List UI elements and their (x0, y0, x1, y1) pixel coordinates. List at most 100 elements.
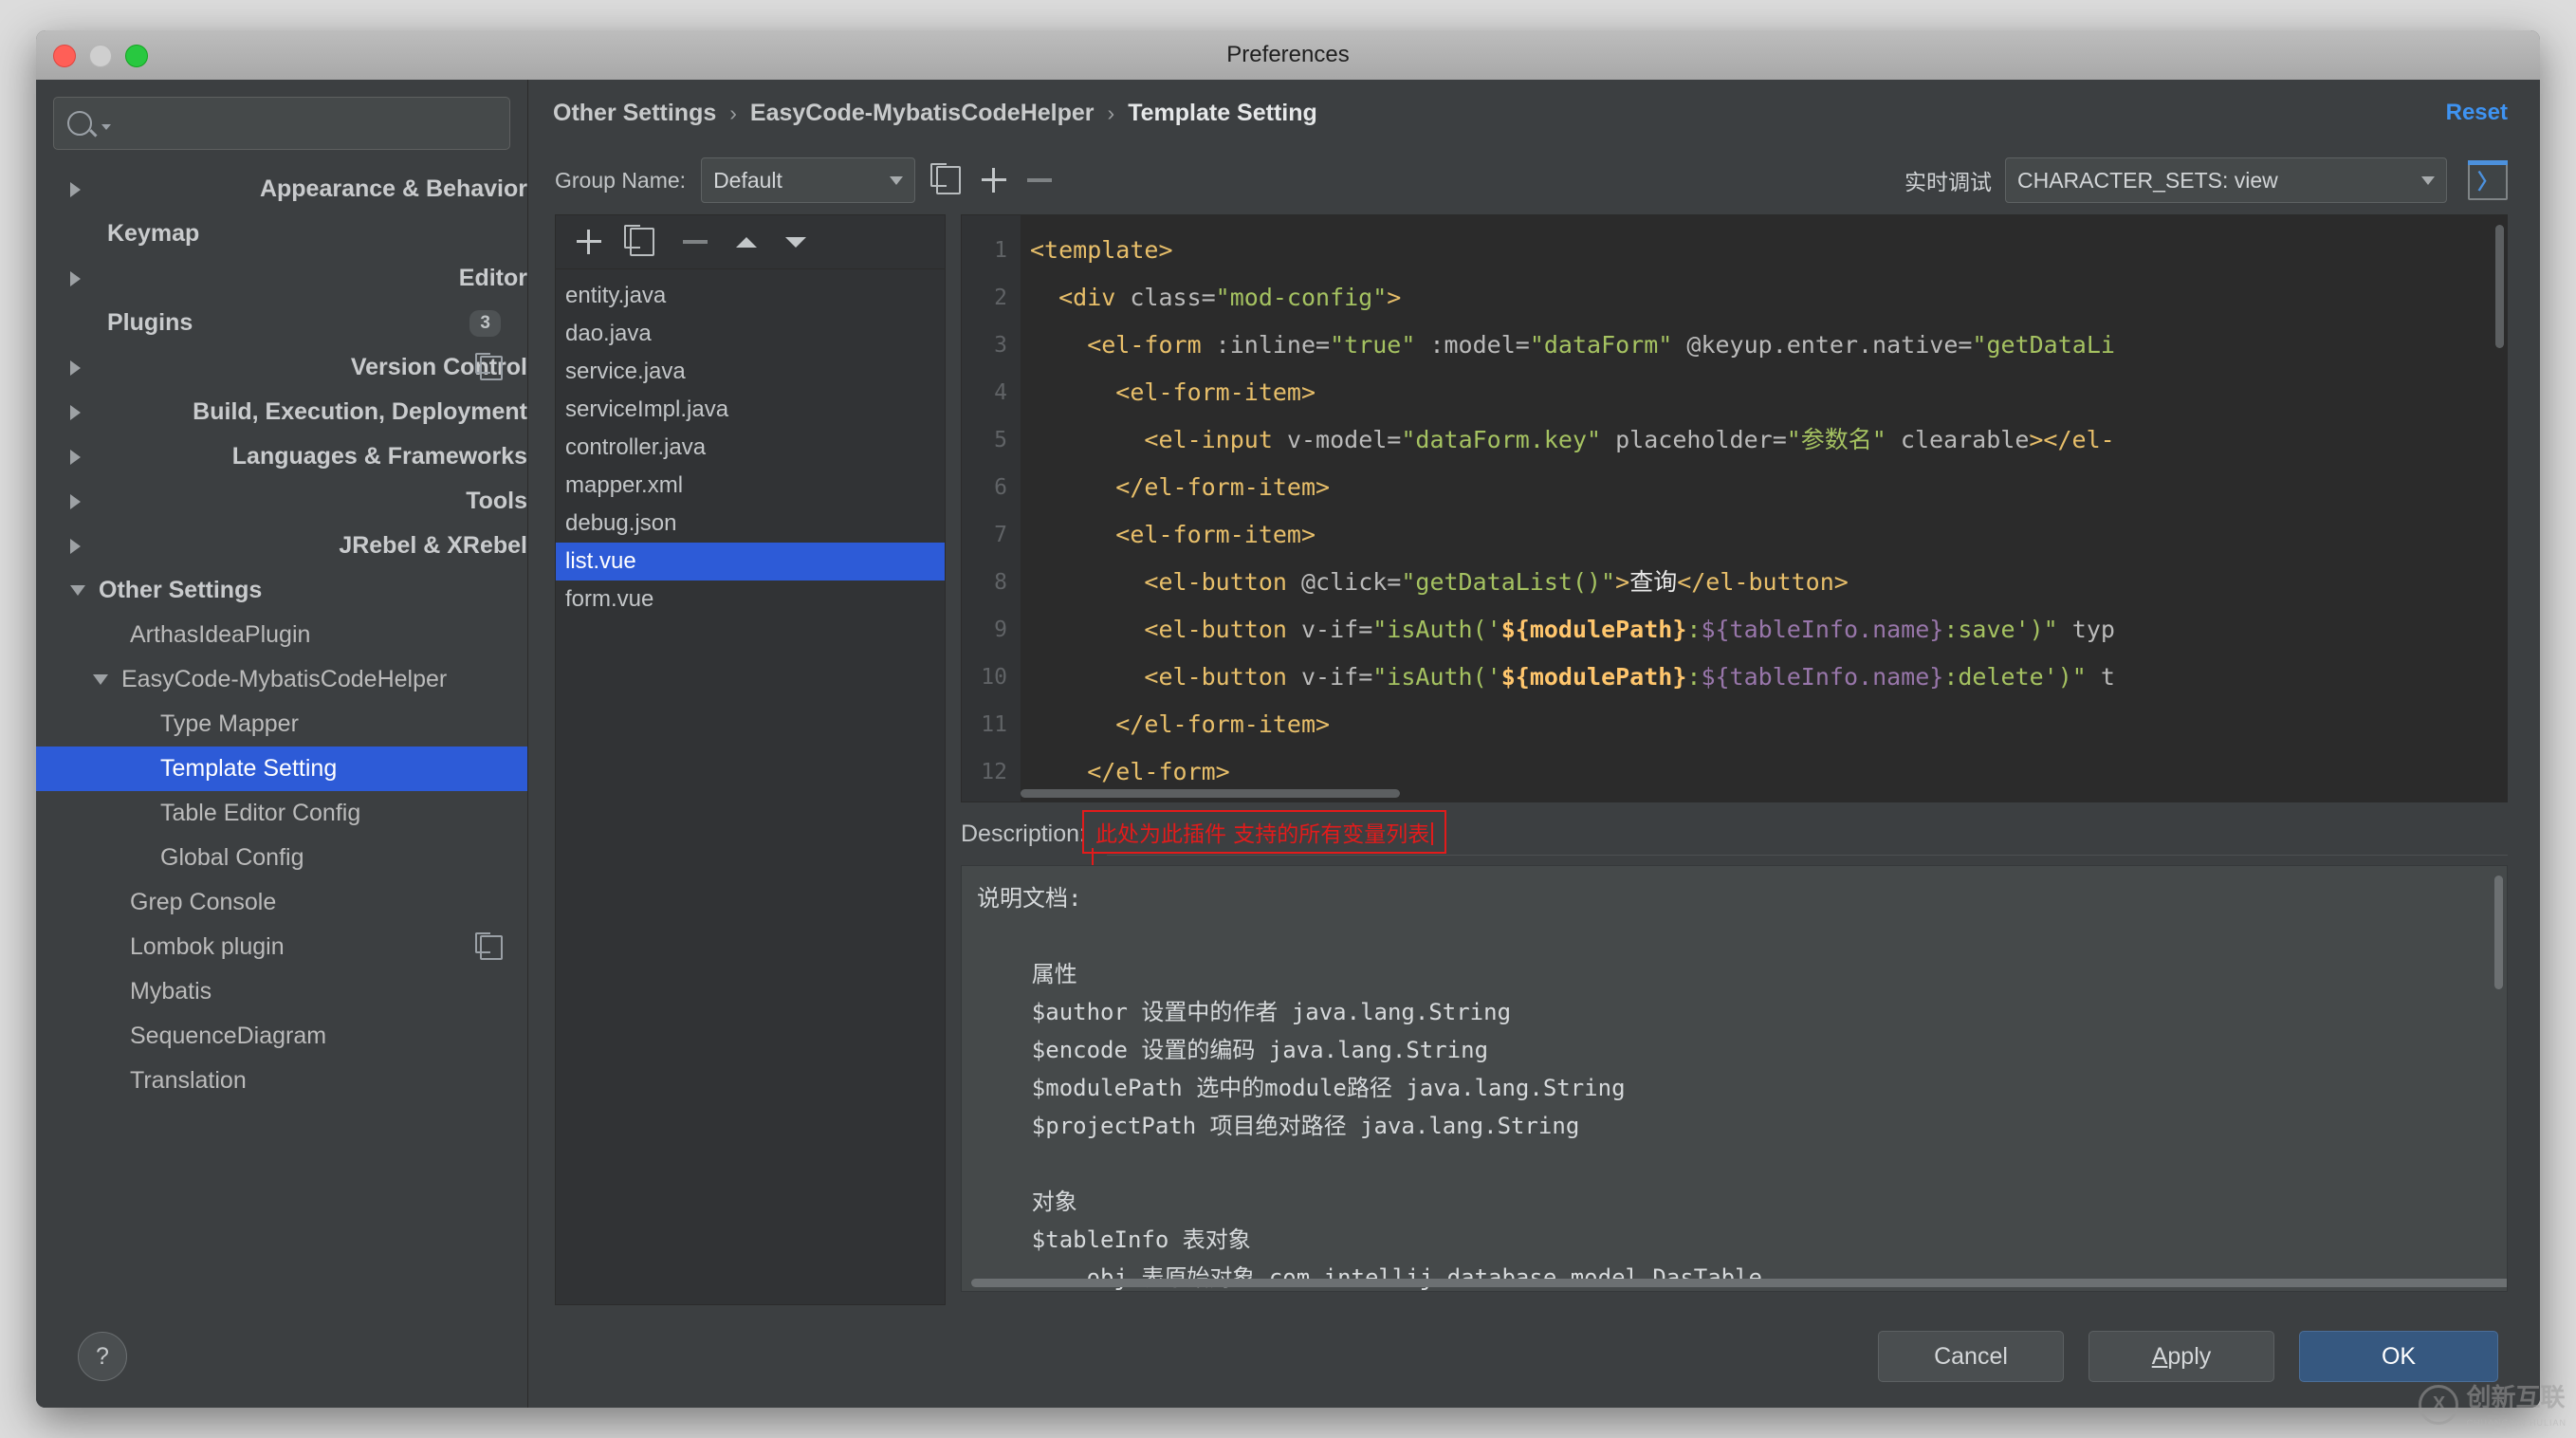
code-line: </el-form-item> (1021, 701, 2507, 748)
copy-icon[interactable] (475, 931, 503, 960)
group-toolbar: Group Name: Default 实时调试 CHARACTER_SETS:… (528, 146, 2540, 214)
sidebar-item-translation[interactable]: Translation (36, 1059, 527, 1103)
annotation-callout: 此处为此插件 支持的所有变量列表 (1082, 810, 1447, 854)
breadcrumb-separator: › (729, 100, 737, 125)
sidebar-item-type-mapper[interactable]: Type Mapper (36, 702, 527, 747)
sidebar-item-build-execution-deployment[interactable]: Build, Execution, Deployment (36, 390, 527, 434)
sidebar-item-plugins[interactable]: Plugins 3 (36, 301, 527, 345)
chevron-right-icon[interactable] (70, 360, 338, 376)
watermark: X 创新互联 CHUANGXIN HULIAN (2419, 1378, 2567, 1430)
sidebar-item-appearance-behavior[interactable]: Appearance & Behavior (36, 167, 527, 212)
sidebar-search-wrap (36, 80, 527, 159)
window-titlebar: Preferences (36, 30, 2540, 81)
copy-template-button[interactable] (624, 225, 654, 256)
remove-group-button[interactable] (1027, 178, 1053, 182)
sidebar-item-arthasideaplugin[interactable]: ArthasIdeaPlugin (36, 613, 527, 657)
code-token: ${modulePath} (1500, 616, 1687, 643)
sidebar-item-grep-console[interactable]: Grep Console (36, 880, 527, 925)
chevron-right-icon[interactable] (70, 404, 180, 420)
search-input[interactable] (53, 97, 510, 150)
code-token: </el-form> (1030, 758, 1230, 785)
code-token: typ (2057, 616, 2115, 643)
settings-content: Other Settings › EasyCode-MybatisCodeHel… (528, 80, 2540, 1408)
add-template-button[interactable] (577, 230, 601, 254)
copy-icon[interactable] (475, 352, 503, 380)
sidebar-item-tools[interactable]: Tools (36, 479, 527, 524)
breadcrumb-part-0[interactable]: Other Settings (553, 100, 716, 127)
chevron-right-icon[interactable] (70, 181, 247, 197)
line-number: 2 (994, 286, 1007, 310)
copy-icon (624, 225, 654, 256)
sidebar-item-mybatis[interactable]: Mybatis (36, 969, 527, 1014)
sidebar-item-keymap[interactable]: Keymap (36, 212, 527, 256)
file-list-item[interactable]: debug.json (556, 505, 945, 543)
apply-mnemonic: A (2151, 1342, 2168, 1370)
sidebar-item-global-config[interactable]: Global Config (36, 836, 527, 880)
file-list-item[interactable]: controller.java (556, 429, 945, 467)
doc-horizontal-scrollbar[interactable] (971, 1279, 2507, 1287)
file-list-item[interactable]: form.vue (556, 581, 945, 618)
chevron-right-icon[interactable] (70, 449, 219, 465)
file-list-item[interactable]: entity.java (556, 277, 945, 315)
sidebar-item-other-settings[interactable]: Other Settings (36, 568, 527, 613)
sidebar-item-version-control[interactable]: Version Control (36, 345, 527, 390)
chevron-down-icon[interactable] (70, 585, 85, 596)
chevron-down-icon[interactable] (93, 674, 108, 685)
code-token: v-model= (1286, 426, 1402, 453)
line-number: 7 (994, 523, 1007, 547)
group-name-select[interactable]: Default (701, 157, 916, 203)
chevron-right-icon[interactable] (70, 270, 446, 286)
code-token: </el-button> (1677, 568, 1849, 596)
plugins-update-badge: 3 (469, 309, 501, 337)
sidebar-item-lombok-plugin[interactable]: Lombok plugin (36, 925, 527, 969)
minus-icon (1027, 178, 1053, 182)
apply-button[interactable]: Apply (2088, 1331, 2274, 1382)
code-line: <el-form-item> (1021, 511, 2507, 559)
code-token: : (1686, 663, 1702, 691)
move-up-button[interactable] (736, 236, 757, 248)
code-token: "getDataList()" (1401, 568, 1616, 596)
chevron-right-icon[interactable] (70, 538, 326, 554)
file-list-item[interactable]: serviceImpl.java (556, 391, 945, 429)
copy-group-button[interactable] (930, 163, 962, 194)
code-token: ${tableInfo.name} (1701, 616, 1944, 643)
chevron-right-icon[interactable] (70, 493, 453, 509)
file-list-item[interactable]: dao.java (556, 315, 945, 353)
code-token: "参数名" (1786, 426, 1886, 453)
editor-horizontal-scrollbar[interactable] (1021, 789, 1400, 798)
sidebar-item-editor[interactable]: Editor (36, 256, 527, 301)
cancel-button[interactable]: Cancel (1878, 1331, 2064, 1382)
live-debug-select[interactable]: CHARACTER_SETS: view (2005, 157, 2447, 203)
code-token: ${modulePath} (1500, 663, 1687, 691)
code-token: placeholder= (1601, 426, 1787, 453)
reset-link[interactable]: Reset (2446, 100, 2508, 126)
file-list-item[interactable]: mapper.xml (556, 467, 945, 505)
sidebar-item-label: JRebel & XRebel (339, 532, 527, 559)
ok-button[interactable]: OK (2299, 1331, 2498, 1382)
sidebar-item-easycode-mybatiscodehelper[interactable]: EasyCode-MybatisCodeHelper (36, 657, 527, 702)
triangle-up-icon (736, 236, 757, 248)
sidebar-item-jrebel-xrebel[interactable]: JRebel & XRebel (36, 524, 527, 568)
sidebar-item-table-editor-config[interactable]: Table Editor Config (36, 791, 527, 836)
editor-vertical-scrollbar[interactable] (2495, 225, 2504, 348)
file-list-item[interactable]: list.vue (556, 543, 945, 581)
remove-template-button[interactable] (683, 240, 708, 244)
chevron-down-icon[interactable] (101, 124, 111, 130)
sidebar-item-template-setting[interactable]: Template Setting (36, 747, 527, 791)
add-group-button[interactable] (982, 168, 1007, 193)
code-token: "getDataLi (1972, 331, 2115, 359)
code-token: "mod-config" (1215, 284, 1388, 311)
file-list-item[interactable]: service.java (556, 353, 945, 391)
help-button[interactable]: ? (78, 1332, 127, 1381)
code-editor[interactable]: 12345678910111213 <template> <div class=… (961, 214, 2508, 802)
doc-vertical-scrollbar[interactable] (2494, 876, 2503, 989)
code-content[interactable]: <template> <div class="mod-config"> <el-… (1021, 215, 2507, 802)
sidebar-item-languages-frameworks[interactable]: Languages & Frameworks (36, 434, 527, 479)
line-number: 5 (994, 428, 1007, 452)
move-down-button[interactable] (785, 236, 806, 248)
sidebar-item-label: EasyCode-MybatisCodeHelper (121, 666, 448, 692)
sidebar-item-sequencediagram[interactable]: SequenceDiagram (36, 1014, 527, 1059)
run-debug-button[interactable]: 〉 (2468, 160, 2508, 200)
breadcrumb-part-1[interactable]: EasyCode-MybatisCodeHelper (750, 100, 1095, 127)
